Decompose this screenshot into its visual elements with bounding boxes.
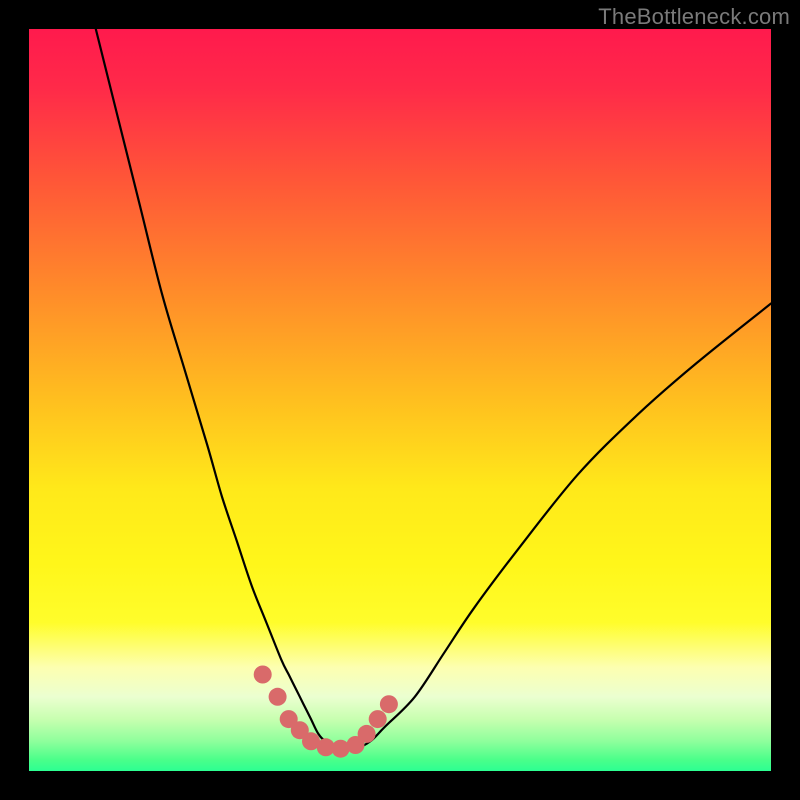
curve-layer — [29, 29, 771, 771]
highlight-markers — [254, 666, 398, 758]
bottleneck-curve — [96, 29, 771, 750]
highlight-dot — [369, 710, 387, 728]
highlight-dot — [269, 688, 287, 706]
chart-frame: TheBottleneck.com — [0, 0, 800, 800]
plot-area — [29, 29, 771, 771]
highlight-dot — [358, 725, 376, 743]
highlight-dot — [380, 695, 398, 713]
highlight-dot — [254, 666, 272, 684]
watermark-text: TheBottleneck.com — [598, 4, 790, 30]
